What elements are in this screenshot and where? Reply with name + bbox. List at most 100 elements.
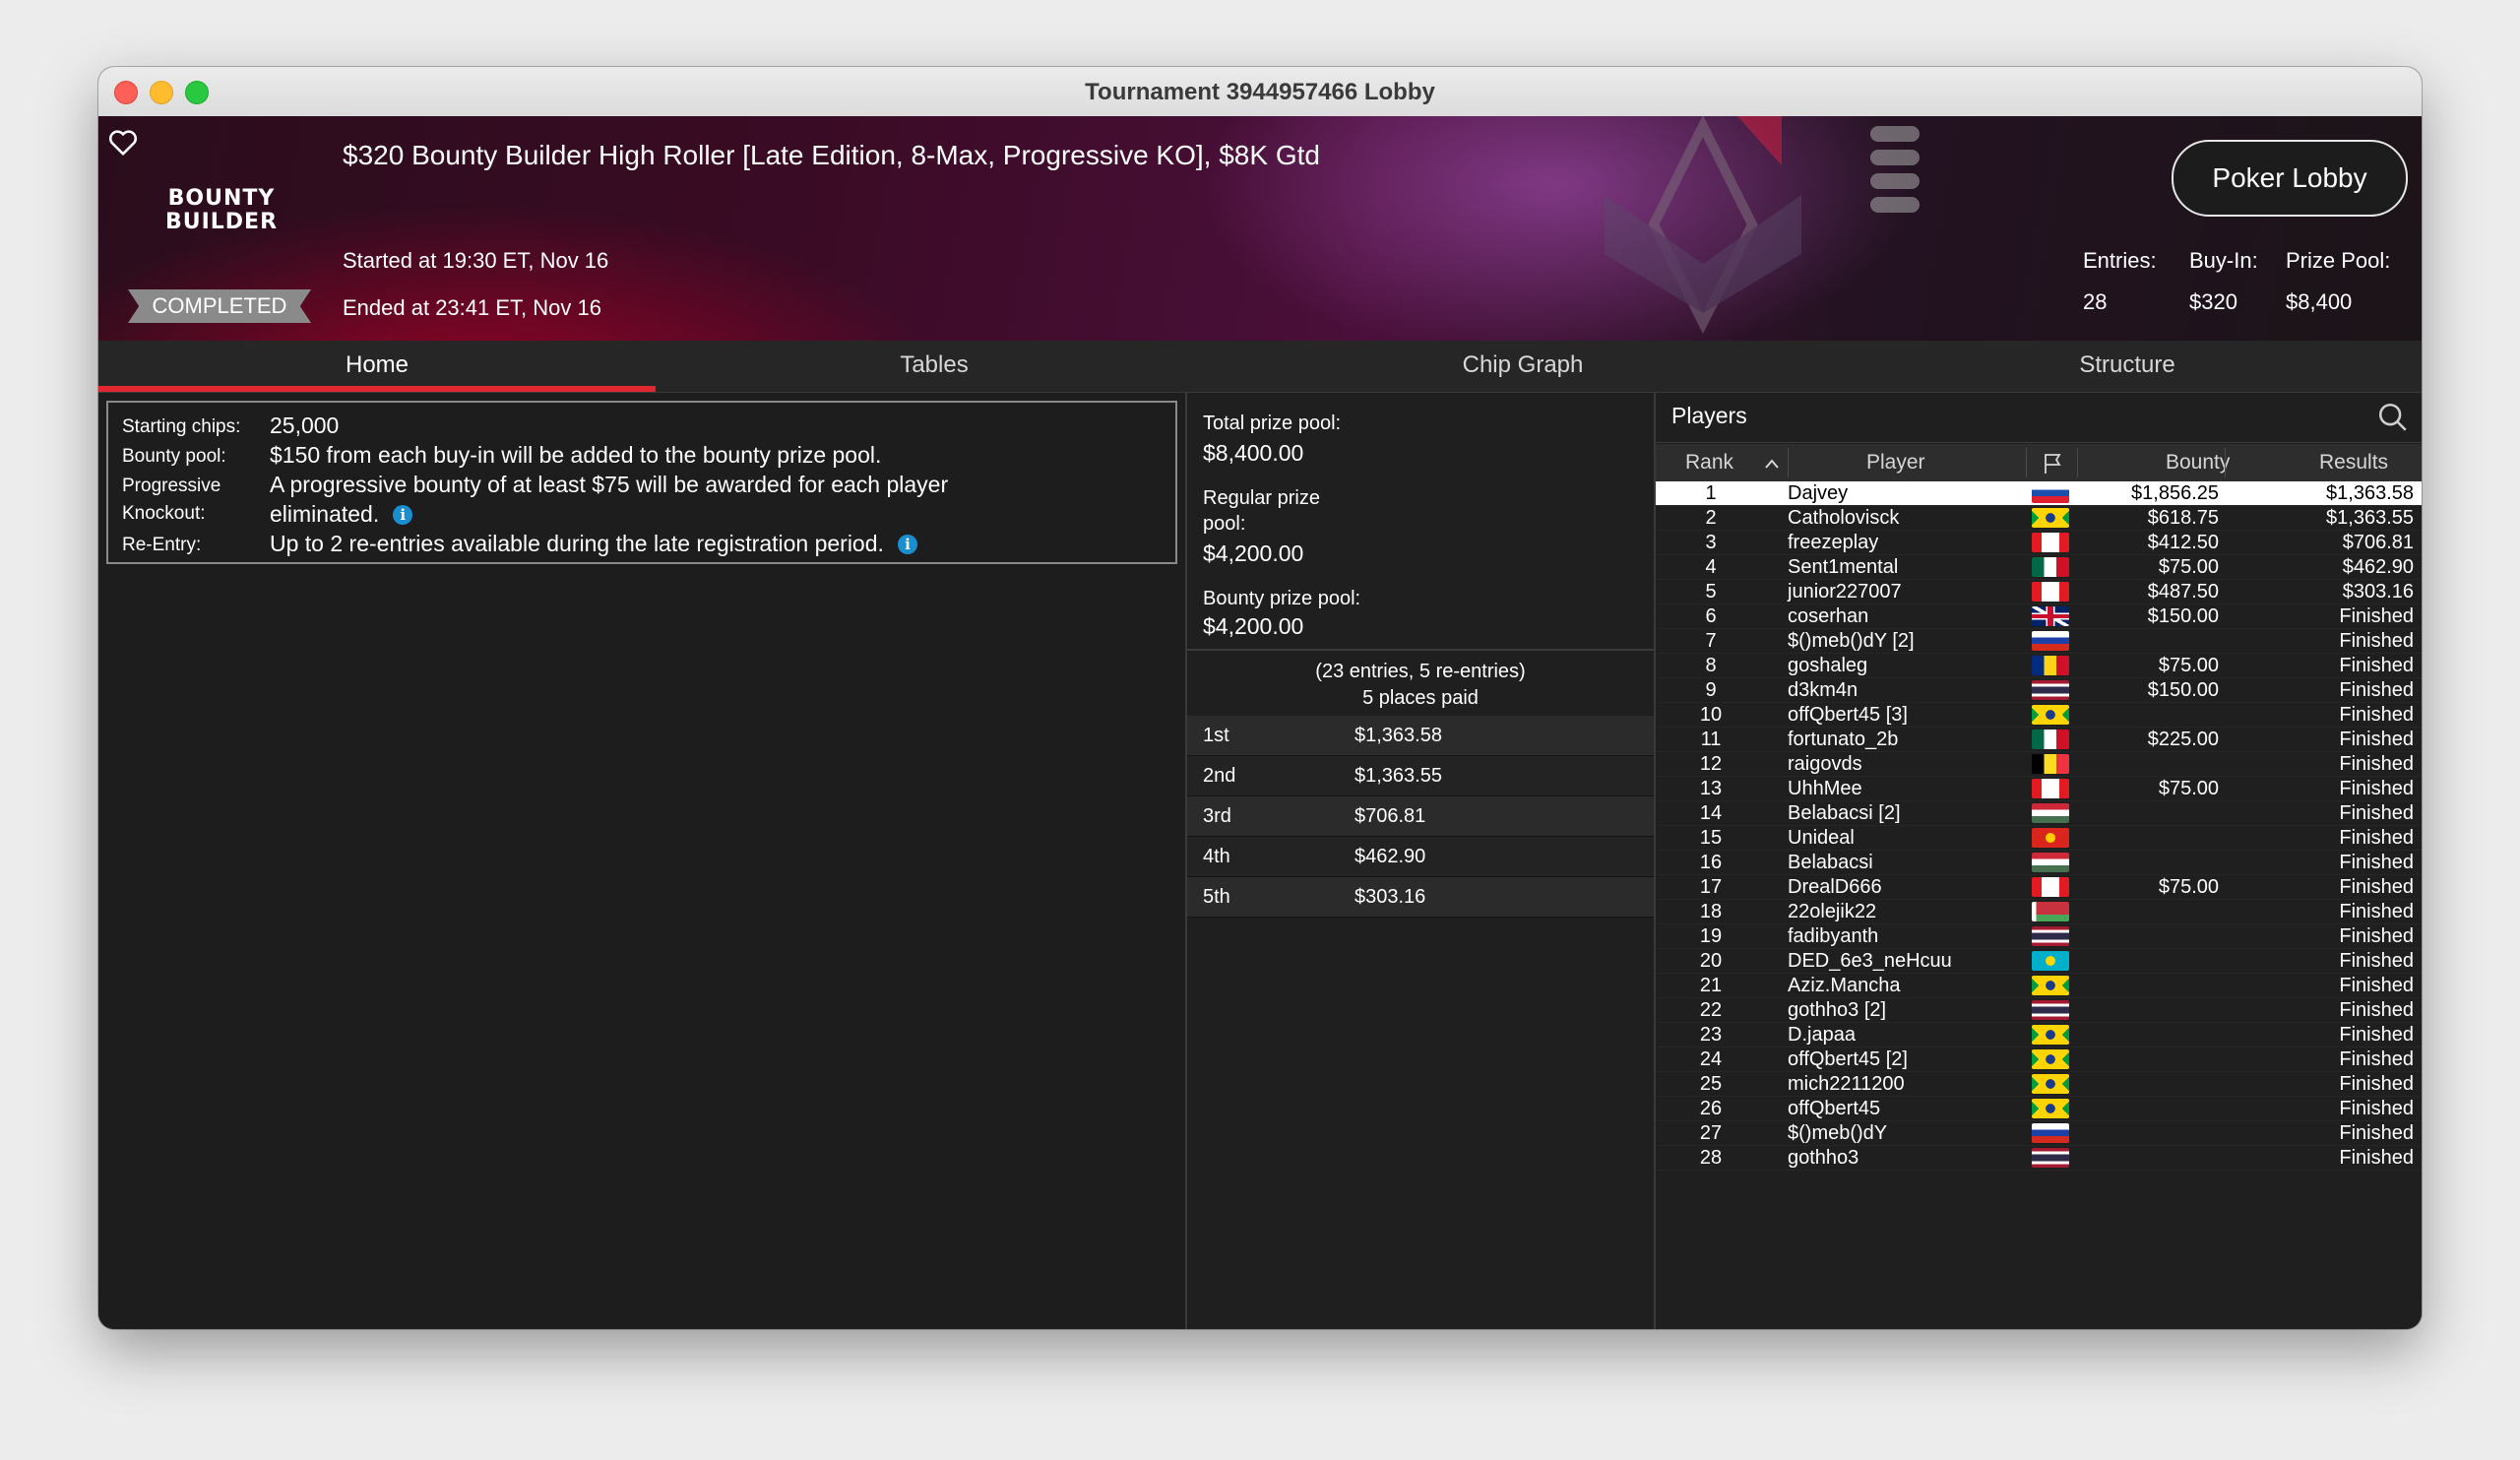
- player-row[interactable]: 13 UhhMee $75.00 Finished: [1656, 777, 2422, 801]
- player-row[interactable]: 5 junior227007 $487.50 $303.16: [1656, 580, 2422, 604]
- tab-tables[interactable]: Tables: [656, 341, 1213, 392]
- title-bar: Tournament 3944957466 Lobby: [98, 67, 2422, 117]
- player-bounty: $75.00: [2158, 556, 2219, 578]
- player-result: $462.90: [2342, 556, 2414, 578]
- country-flag-icon: [2032, 557, 2069, 577]
- tournament-title: $320 Bounty Builder High Roller [Late Ed…: [343, 140, 1320, 170]
- player-row[interactable]: 8 goshaleg $75.00 Finished: [1656, 654, 2422, 678]
- flag-column-icon[interactable]: [2040, 452, 2065, 476]
- favorite-heart-icon[interactable]: [106, 126, 140, 159]
- player-row[interactable]: 4 Sent1mental $75.00 $462.90: [1656, 555, 2422, 580]
- bounty-prize-pool-value: $4,200.00: [1203, 613, 1304, 639]
- tab-structure[interactable]: Structure: [1833, 341, 2422, 392]
- player-row[interactable]: 23 D.japaa Finished: [1656, 1023, 2422, 1047]
- player-result: Finished: [2339, 1147, 2414, 1169]
- column-separator: [2077, 448, 2078, 477]
- player-row[interactable]: 24 offQbert45 [2] Finished: [1656, 1047, 2422, 1072]
- chevron-up-icon[interactable]: [1764, 458, 1780, 470]
- player-name: DrealD666: [1788, 876, 1882, 898]
- player-row[interactable]: 22 gothho3 [2] Finished: [1656, 998, 2422, 1023]
- reentry-info-icon[interactable]: i: [897, 535, 917, 554]
- player-name: 22olejik22: [1788, 901, 1877, 922]
- player-result: Finished: [2339, 1098, 2414, 1119]
- player-result: Finished: [2339, 1048, 2414, 1070]
- player-name: DED_6e3_neHcuu: [1788, 950, 1952, 972]
- player-name: offQbert45 [3]: [1788, 704, 1908, 726]
- buyin-value: $320: [2189, 289, 2237, 314]
- country-flag-icon: [2032, 1049, 2069, 1069]
- search-icon[interactable]: [2376, 401, 2410, 434]
- player-row[interactable]: 14 Belabacsi [2] Finished: [1656, 801, 2422, 826]
- player-name: fortunato_2b: [1788, 729, 1899, 750]
- country-flag-icon: [2032, 508, 2069, 528]
- player-result: Finished: [2339, 999, 2414, 1021]
- player-row[interactable]: 28 gothho3 Finished: [1656, 1146, 2422, 1171]
- starting-chips-value: 25,000: [270, 413, 340, 438]
- player-rank: 4: [1705, 556, 1717, 578]
- rank-column-header[interactable]: Rank: [1685, 451, 1733, 475]
- country-flag-icon: [2032, 902, 2069, 921]
- player-row[interactable]: 18 22olejik22 Finished: [1656, 900, 2422, 924]
- reentry-label: Re-Entry:: [122, 535, 202, 555]
- country-flag-icon: [2032, 853, 2069, 872]
- player-row[interactable]: 20 DED_6e3_neHcuu Finished: [1656, 949, 2422, 974]
- player-row[interactable]: 2 Catholovisck $618.75 $1,363.55: [1656, 506, 2422, 531]
- tournament-lobby-window: Tournament 3944957466 Lobby BOUNTY BUILD…: [98, 67, 2422, 1329]
- country-flag-icon: [2032, 656, 2069, 675]
- player-row[interactable]: 6 coserhan $150.00 Finished: [1656, 604, 2422, 629]
- player-name: Sent1mental: [1788, 556, 1899, 578]
- column-separator: [2026, 448, 2027, 477]
- player-row[interactable]: 15 Unideal Finished: [1656, 826, 2422, 851]
- total-prize-pool-label: Total prize pool:: [1203, 413, 1342, 434]
- player-rank: 7: [1705, 630, 1717, 652]
- player-row[interactable]: 3 freezeplay $412.50 $706.81: [1656, 531, 2422, 555]
- player-result: Finished: [2339, 975, 2414, 996]
- player-row[interactable]: 27 $()meb()dY Finished: [1656, 1121, 2422, 1146]
- player-rank: 16: [1699, 852, 1723, 873]
- country-flag-icon: [2032, 582, 2069, 602]
- country-flag-icon: [2032, 803, 2069, 823]
- country-flag-icon: [2032, 1025, 2069, 1045]
- progressive-info-icon[interactable]: i: [393, 505, 413, 525]
- tab-home[interactable]: Home: [98, 341, 656, 392]
- entries-count-line: (23 entries, 5 re-entries): [1315, 661, 1526, 682]
- country-flag-icon: [2032, 828, 2069, 848]
- player-row[interactable]: 11 fortunato_2b $225.00 Finished: [1656, 728, 2422, 752]
- player-row[interactable]: 10 offQbert45 [3] Finished: [1656, 703, 2422, 728]
- country-flag-icon: [2032, 1074, 2069, 1094]
- player-result: Finished: [2339, 950, 2414, 972]
- player-row[interactable]: 7 $()meb()dY [2] Finished: [1656, 629, 2422, 654]
- players-list: 1 Dajvey $1,856.25 $1,363.58 2 Catholovisck $6…: [1656, 481, 2422, 1171]
- player-row[interactable]: 1 Dajvey $1,856.25 $1,363.58: [1656, 481, 2422, 506]
- entries-summary: (23 entries, 5 re-entries) 5 places paid: [1187, 659, 1654, 712]
- player-row[interactable]: 12 raigovds Finished: [1656, 752, 2422, 777]
- player-row[interactable]: 25 mich2211200 Finished: [1656, 1072, 2422, 1097]
- player-name: offQbert45 [2]: [1788, 1048, 1908, 1070]
- regular-prize-pool-label-line1: Regular prize: [1203, 487, 1320, 509]
- player-rank: 11: [1700, 729, 1722, 750]
- player-name: Belabacsi [2]: [1788, 802, 1901, 824]
- country-flag-icon: [2032, 631, 2069, 651]
- player-row[interactable]: 17 DrealD666 $75.00 Finished: [1656, 875, 2422, 900]
- bounty-column-header[interactable]: Bounty: [2166, 451, 2230, 475]
- results-column-header[interactable]: Results: [2319, 451, 2388, 475]
- player-row[interactable]: 26 offQbert45 Finished: [1656, 1097, 2422, 1121]
- players-title: Players: [1671, 403, 1747, 428]
- player-row[interactable]: 9 d3km4n $150.00 Finished: [1656, 678, 2422, 703]
- player-name: d3km4n: [1788, 679, 1858, 701]
- player-result: Finished: [2339, 778, 2414, 799]
- player-result: Finished: [2339, 827, 2414, 849]
- tab-chip-graph[interactable]: Chip Graph: [1213, 341, 1833, 392]
- player-result: Finished: [2339, 605, 2414, 627]
- player-row[interactable]: 21 Aziz.Mancha Finished: [1656, 974, 2422, 998]
- player-name: gothho3 [2]: [1788, 999, 1887, 1021]
- player-rank: 9: [1705, 679, 1717, 701]
- player-bounty: $75.00: [2158, 778, 2219, 799]
- player-row[interactable]: 19 fadibyanth Finished: [1656, 924, 2422, 949]
- payout-row: 4th $462.90: [1187, 837, 1654, 877]
- places-paid-line: 5 places paid: [1362, 687, 1479, 709]
- player-rank: 19: [1699, 925, 1723, 947]
- player-row[interactable]: 16 Belabacsi Finished: [1656, 851, 2422, 875]
- poker-lobby-button[interactable]: Poker Lobby: [2172, 140, 2408, 217]
- player-column-header[interactable]: Player: [1866, 451, 1925, 475]
